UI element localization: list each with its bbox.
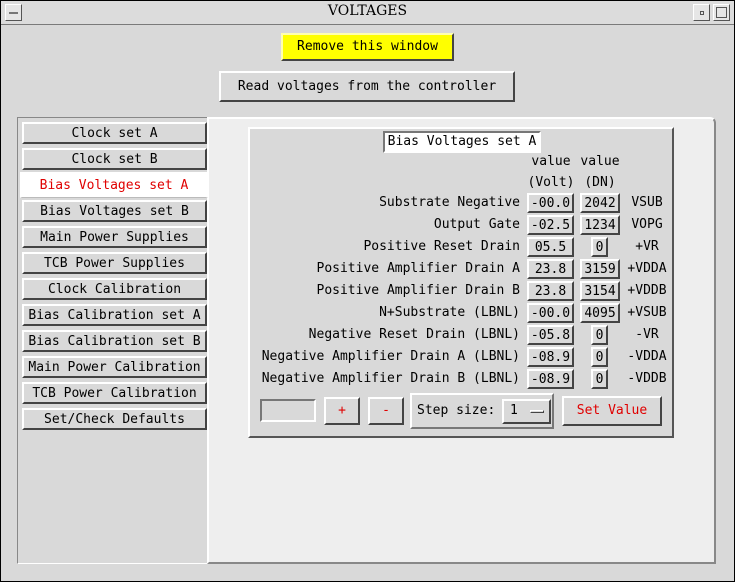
minimize-button[interactable] — [693, 4, 710, 21]
tab-tcb-power-supplies[interactable]: TCB Power Supplies — [22, 252, 207, 274]
tab-main-power-calibration[interactable]: Main Power Calibration — [22, 356, 207, 378]
dn-value[interactable]: 2042 — [580, 193, 620, 213]
maximize-icon — [716, 7, 727, 18]
window-title: VOLTAGES — [327, 3, 408, 19]
step-size-value: 1 — [510, 403, 518, 418]
tab-main-power-supplies[interactable]: Main Power Supplies — [22, 226, 207, 248]
row-label: N+Substrate (LBNL) — [379, 305, 520, 320]
header-unit-volt: (Volt) — [527, 175, 575, 190]
minimize-icon — [700, 11, 704, 15]
signal-name: VSUB — [631, 195, 663, 210]
tab-clock-set-b[interactable]: Clock set B — [22, 148, 207, 170]
remove-window-button[interactable]: Remove this window — [281, 33, 454, 61]
tab-bias-voltages-set-a[interactable]: Bias Voltages set A — [20, 172, 208, 198]
dn-value[interactable]: 0 — [591, 347, 608, 367]
volt-value[interactable]: 23.8 — [527, 281, 574, 301]
volt-value[interactable]: -00.0 — [527, 193, 574, 213]
row-label: Substrate Negative — [379, 195, 520, 210]
header-value-volt: value — [531, 154, 571, 169]
row-label: Negative Amplifier Drain A (LBNL) — [261, 349, 520, 364]
signal-name: -VDDA — [627, 349, 667, 364]
row-label: Positive Amplifier Drain B — [316, 283, 521, 298]
volt-value[interactable]: -08.9 — [527, 369, 574, 389]
row-label: Positive Reset Drain — [363, 239, 520, 254]
dn-value[interactable]: 1234 — [580, 215, 620, 235]
option-menu-indicator-icon — [530, 410, 544, 413]
signal-name: +VR — [635, 239, 659, 254]
row-label: Positive Amplifier Drain A — [316, 261, 521, 276]
dn-value[interactable]: 3154 — [580, 281, 620, 301]
step-size-label: Step size: — [417, 403, 496, 418]
tab-bias-voltages-set-b[interactable]: Bias Voltages set B — [22, 200, 207, 222]
tab-tcb-power-calibration[interactable]: TCB Power Calibration — [22, 382, 207, 404]
dn-value[interactable]: 4095 — [580, 303, 620, 323]
row-label: Negative Reset Drain (LBNL) — [308, 327, 520, 342]
maximize-button[interactable] — [713, 4, 730, 21]
volt-value[interactable]: -02.5 — [527, 215, 574, 235]
set-value-button[interactable]: Set Value — [562, 396, 662, 426]
decrement-button[interactable]: - — [368, 397, 404, 425]
volt-value[interactable]: -08.9 — [527, 347, 574, 367]
read-voltages-button[interactable]: Read voltages from the controller — [219, 71, 515, 102]
increment-button[interactable]: + — [324, 397, 360, 425]
signal-name: +VSUB — [627, 305, 667, 320]
dn-value[interactable]: 0 — [591, 237, 608, 257]
signal-name: -VDDB — [627, 371, 667, 386]
signal-name: -VR — [635, 327, 659, 342]
panel-title: Bias Voltages set A — [383, 131, 541, 153]
dn-value[interactable]: 0 — [591, 325, 608, 345]
dn-value[interactable]: 0 — [591, 369, 608, 389]
signal-name: +VDDA — [627, 261, 667, 276]
volt-value[interactable]: -00.0 — [527, 303, 574, 323]
tab-set-check-defaults[interactable]: Set/Check Defaults — [22, 408, 207, 430]
signal-name: +VDDB — [627, 283, 667, 298]
header-value-dn: value — [580, 154, 620, 169]
tab-bias-calibration-set-a[interactable]: Bias Calibration set A — [22, 304, 207, 326]
tab-clock-calibration[interactable]: Clock Calibration — [22, 278, 207, 300]
volt-value[interactable]: 23.8 — [527, 259, 574, 279]
header-unit-dn: (DN) — [584, 175, 616, 190]
signal-name: VOPG — [631, 217, 663, 232]
dn-value[interactable]: 3159 — [580, 259, 620, 279]
row-label: Negative Amplifier Drain B (LBNL) — [261, 371, 520, 386]
step-size-select[interactable]: 1 — [502, 399, 551, 424]
volt-value[interactable]: 05.5 — [527, 237, 574, 257]
tab-bias-calibration-set-b[interactable]: Bias Calibration set B — [22, 330, 207, 352]
volt-value[interactable]: -05.8 — [527, 325, 574, 345]
value-entry-field[interactable] — [260, 399, 316, 422]
row-label: Output Gate — [433, 217, 520, 232]
tab-clock-set-a[interactable]: Clock set A — [22, 122, 207, 144]
